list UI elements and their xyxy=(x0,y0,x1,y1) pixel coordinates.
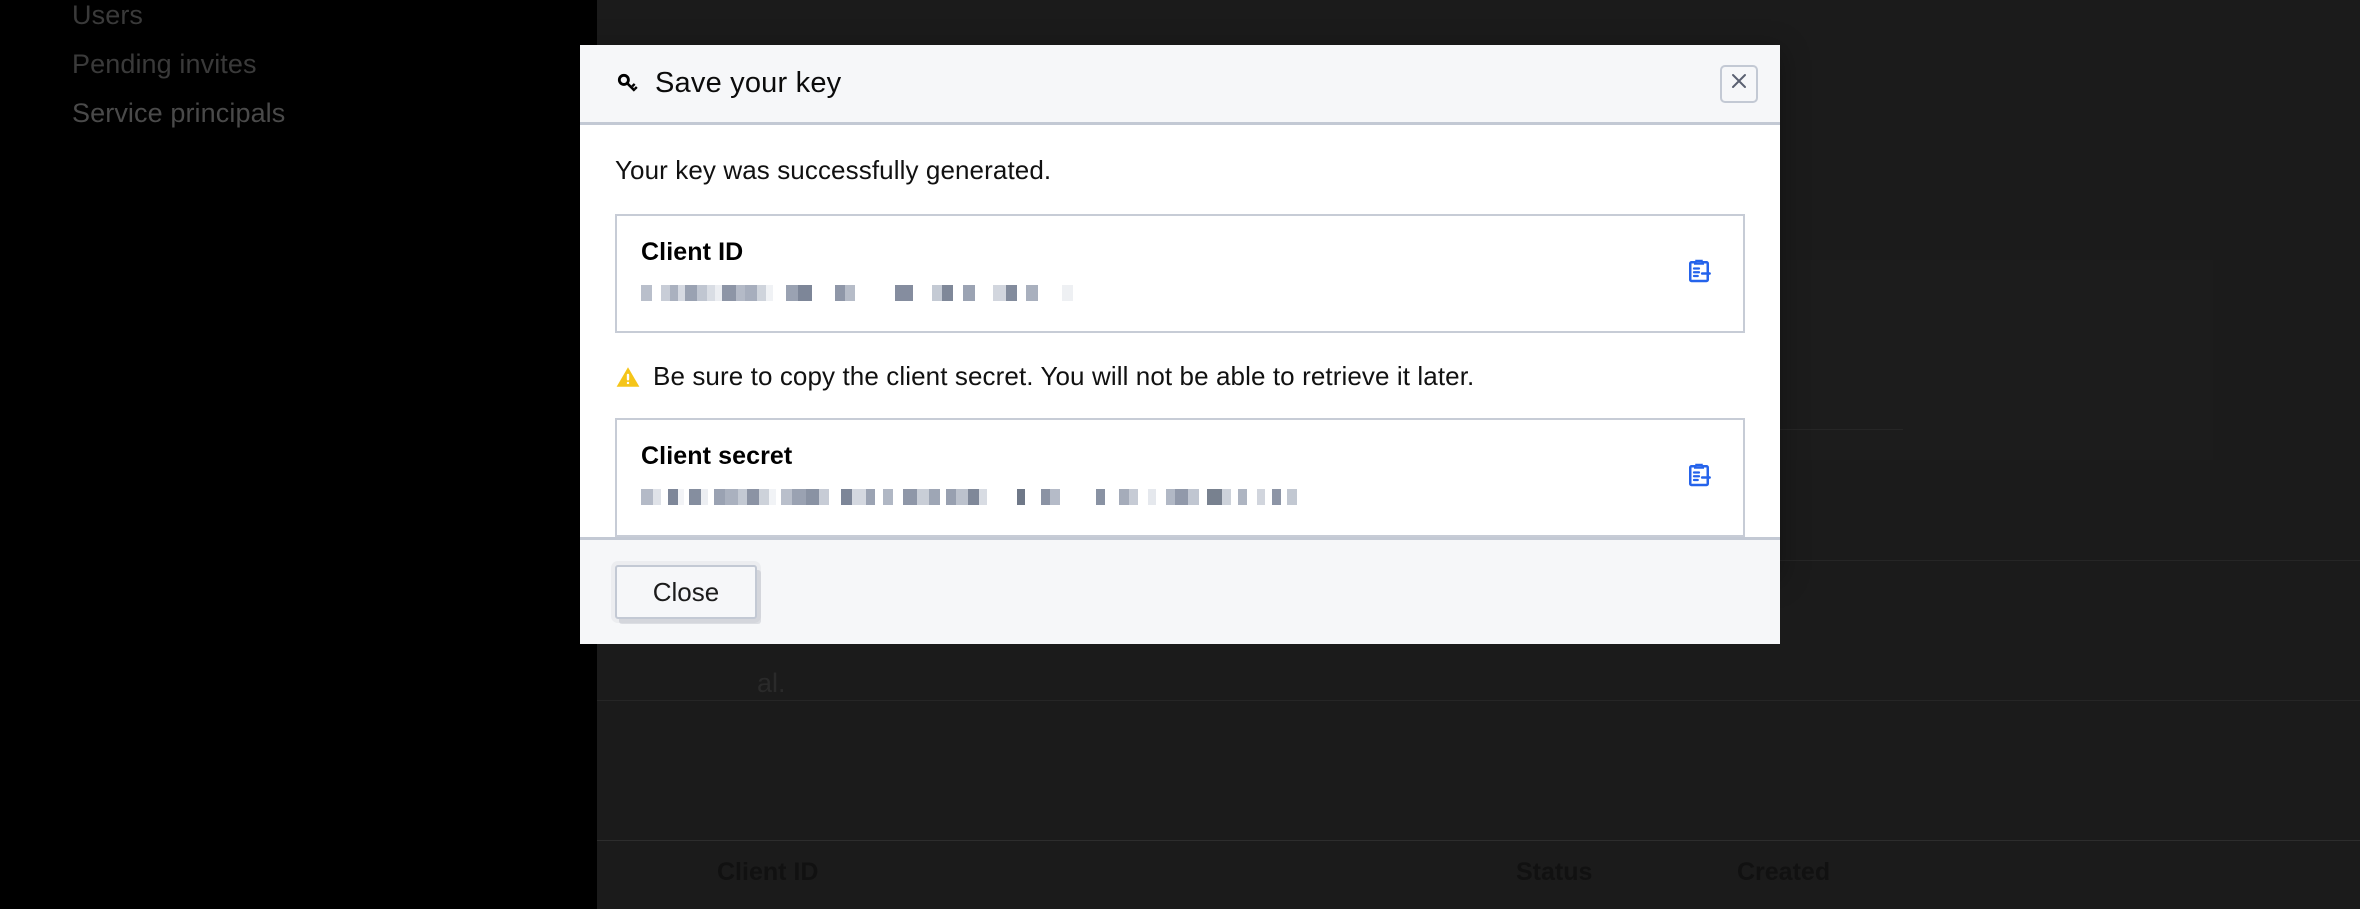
background-divider xyxy=(597,700,2360,701)
dialog-footer: Close xyxy=(580,537,1780,644)
dialog-title-text: Save your key xyxy=(655,67,842,99)
client-secret-warning: Be sure to copy the client secret. You w… xyxy=(615,361,1745,392)
copy-client-id-button[interactable] xyxy=(1679,253,1719,293)
dialog-title: Save your key xyxy=(615,67,841,100)
background-partial-text: al. xyxy=(757,668,786,698)
success-message: Your key was successfully generated. xyxy=(615,155,1052,185)
client-id-card: Client ID xyxy=(615,214,1745,333)
copy-client-secret-button[interactable] xyxy=(1679,457,1719,497)
close-icon-button[interactable] xyxy=(1720,64,1758,103)
app-sidebar: Users Pending invites Service principals xyxy=(0,0,597,909)
dialog-header: Save your key xyxy=(580,45,1780,125)
client-id-value-redacted xyxy=(641,285,1661,307)
copy-to-clipboard-icon xyxy=(1684,256,1714,289)
key-icon xyxy=(615,71,641,97)
client-secret-value-redacted xyxy=(641,489,1661,511)
warning-text: Be sure to copy the client secret. You w… xyxy=(653,361,1475,391)
save-your-key-dialog: Save your key Your key was successfully … xyxy=(580,45,1780,644)
copy-to-clipboard-icon xyxy=(1684,460,1714,493)
screen: Users Pending invites Service principals… xyxy=(0,0,2360,909)
sidebar-item-label: Users xyxy=(72,0,144,30)
table-header-status: Status xyxy=(1516,858,1593,886)
dialog-body: Your key was successfully generated. Cli… xyxy=(580,125,1780,537)
sidebar-item-label: Service principals xyxy=(72,98,286,128)
table-header-client-id: Client ID xyxy=(717,858,819,886)
background-table-divider xyxy=(597,840,2360,841)
sidebar-item-pending-invites[interactable]: Pending invites xyxy=(72,49,257,80)
table-header-created: Created xyxy=(1737,858,1831,886)
close-button[interactable]: Close xyxy=(615,565,757,619)
sidebar-item-users[interactable]: Users xyxy=(72,0,143,31)
client-secret-card: Client secret xyxy=(615,418,1745,537)
sidebar-item-service-principals[interactable]: Service principals xyxy=(72,98,285,129)
client-id-label: Client ID xyxy=(641,238,744,266)
sidebar-item-label: Pending invites xyxy=(72,49,257,79)
close-icon xyxy=(1729,71,1749,96)
warning-triangle-icon xyxy=(615,364,641,390)
client-secret-label: Client secret xyxy=(641,442,793,470)
